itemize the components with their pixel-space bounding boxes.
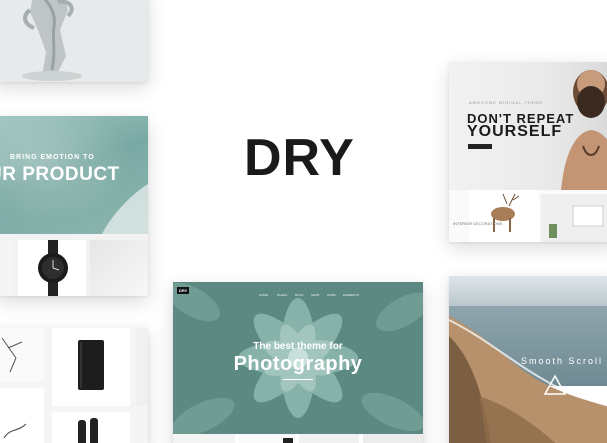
- product-tile[interactable]: [0, 240, 14, 296]
- photo-thumb-strip: [173, 434, 423, 443]
- dry-gallery: [449, 190, 607, 242]
- photo-nav-item[interactable]: PAGES: [277, 293, 287, 297]
- grid-tile[interactable]: [52, 412, 130, 443]
- photo-nav-item[interactable]: BLOG: [295, 293, 303, 297]
- dry-tagline: AWESOME MINIMAL THEME: [469, 100, 544, 105]
- sketch-image: [3, 423, 27, 439]
- dry-headline-2: YOURSELF: [467, 123, 563, 140]
- photo-nav-item[interactable]: ELEMENTS: [343, 293, 359, 297]
- watch-icon: [38, 240, 68, 296]
- dont-repeat-card[interactable]: AWESOME MINIMAL THEME DON'T REPEAT YOURS…: [449, 62, 607, 242]
- photo-logo[interactable]: DRY: [177, 287, 190, 294]
- smooth-scroll-card[interactable]: Smooth Scroll: [449, 276, 607, 443]
- sculpture-image: [0, 0, 148, 82]
- grid-tile[interactable]: [52, 328, 130, 406]
- photography-card[interactable]: DRY HOME PAGES BLOG SHOP WORK ELEMENTS T…: [173, 282, 423, 443]
- emotion-kicker: BRING EMOTION TO: [10, 154, 95, 161]
- title-divider: [283, 379, 313, 380]
- grid-tile[interactable]: [136, 328, 148, 406]
- grid-tile[interactable]: [0, 328, 44, 382]
- sculpture-card[interactable]: [0, 0, 148, 82]
- emotion-hero: BRING EMOTION TO UR PRODUCT: [0, 116, 148, 234]
- branch-sketch-image: [1, 337, 23, 373]
- grid-tile[interactable]: [0, 388, 44, 443]
- photo-nav-item[interactable]: WORK: [327, 293, 336, 297]
- leaf-image: [102, 184, 148, 234]
- fabric-tile[interactable]: [90, 240, 148, 296]
- notebook-icon: [78, 340, 104, 390]
- photo-subtitle: The best theme for: [253, 341, 343, 352]
- dry-cta-button[interactable]: [468, 144, 492, 149]
- bring-emotion-card[interactable]: BRING EMOTION TO UR PRODUCT: [0, 116, 148, 296]
- dry-caption: INTERIOR DECORATIONS: [453, 221, 503, 226]
- emotion-headline: UR PRODUCT: [0, 164, 120, 185]
- gallery-grid-card[interactable]: [0, 328, 148, 443]
- dry-hero: AWESOME MINIMAL THEME DON'T REPEAT YOURS…: [449, 62, 607, 190]
- deer-image: [469, 190, 607, 242]
- gloves-icon: [78, 418, 98, 443]
- dry-logo: DRY: [244, 129, 355, 187]
- photo-title: Photography: [233, 353, 363, 375]
- watch-tile[interactable]: [18, 240, 86, 296]
- smooth-scroll-title: Smooth Scroll: [521, 356, 604, 366]
- photo-nav-item[interactable]: SHOP: [311, 293, 320, 297]
- photo-nav-item[interactable]: HOME: [259, 293, 268, 297]
- thumbnail-strip-image: [173, 434, 423, 443]
